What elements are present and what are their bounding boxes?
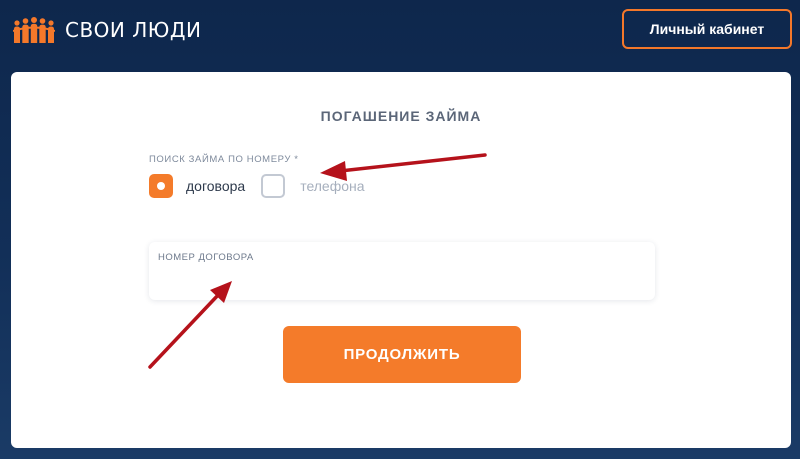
option-phone-label[interactable]: телефона [300, 178, 364, 194]
option-contract-label[interactable]: договора [186, 178, 245, 194]
brand-name: СВОИ ЛЮДИ [65, 18, 202, 42]
contract-number-field[interactable]: НОМЕР ДОГОВОРА [149, 242, 655, 300]
logo[interactable]: СВОИ ЛЮДИ [13, 14, 201, 46]
site-header: СВОИ ЛЮДИ Личный кабинет [0, 0, 800, 62]
personal-cabinet-button[interactable]: Личный кабинет [622, 9, 792, 49]
loan-repayment-card: ПОГАШЕНИЕ ЗАЙМА ПОИСК ЗАЙМА ПО НОМЕРУ * … [11, 72, 791, 448]
search-by-label: ПОИСК ЗАЙМА ПО НОМЕРУ * [149, 154, 299, 165]
option-phone-checkbox[interactable] [261, 174, 286, 198]
people-logo-icon [13, 17, 55, 43]
contract-number-label: НОМЕР ДОГОВОРА [158, 252, 254, 263]
continue-button[interactable]: ПРОДОЛЖИТЬ [283, 326, 521, 383]
page-title: ПОГАШЕНИЕ ЗАЙМА [320, 108, 482, 124]
contract-number-input[interactable] [158, 268, 644, 290]
search-type-selector: договора телефона [149, 173, 365, 199]
selected-dot-icon [157, 182, 165, 190]
option-contract-checkbox[interactable] [149, 174, 173, 198]
